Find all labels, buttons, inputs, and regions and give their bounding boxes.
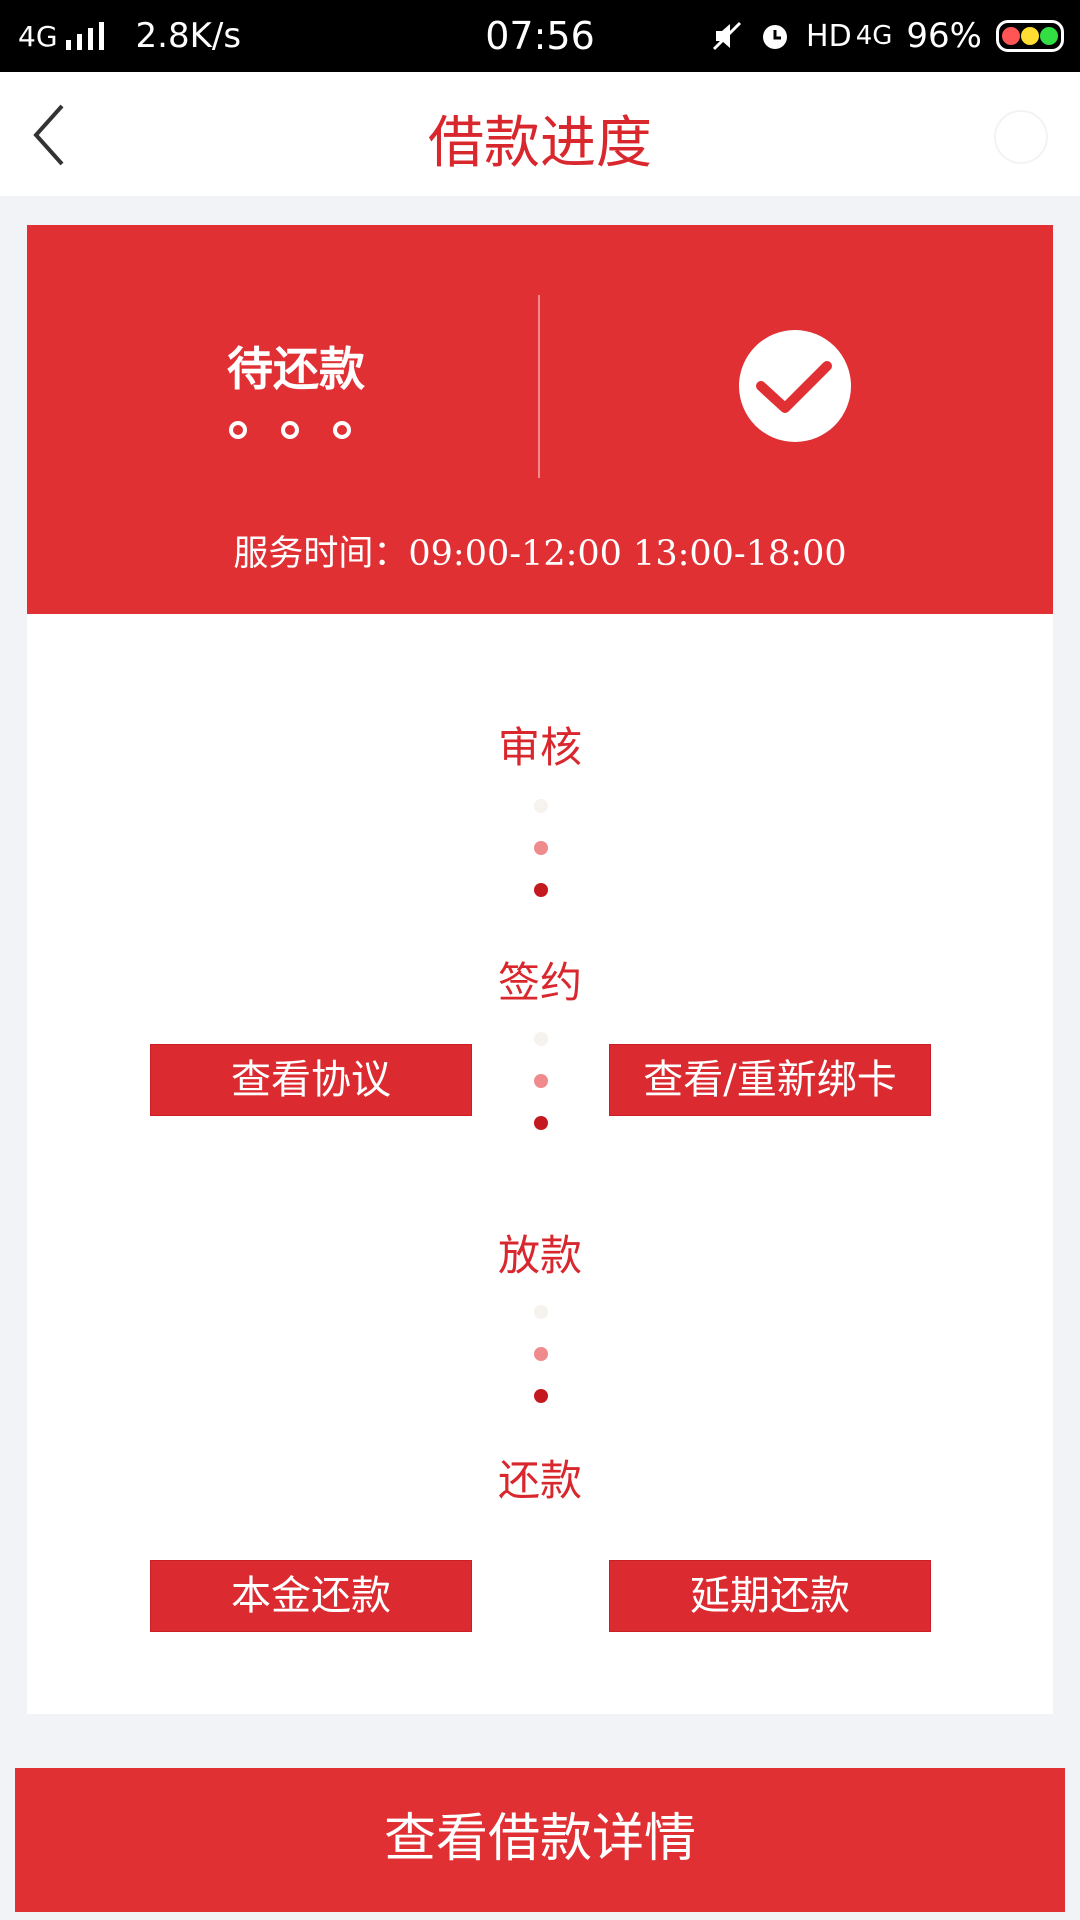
hd-indicator: HD	[806, 18, 852, 54]
loan-status: 待还款	[227, 342, 365, 396]
status-right: HD 4G 96%	[696, 16, 1064, 56]
step-repay: 还款	[497, 1456, 582, 1505]
status-bar: 4G 2.8K/s 07:56 HD 4G 96%	[0, 0, 1080, 72]
deferred-repay-button[interactable]: 延期还款	[609, 1560, 931, 1632]
app-header: 借款进度	[0, 72, 1080, 196]
progress-dot	[534, 1389, 548, 1403]
card-divider	[538, 295, 540, 478]
loading-dot	[229, 421, 247, 439]
progress-dot	[534, 799, 548, 813]
check-badge	[739, 330, 851, 442]
mute-icon	[712, 21, 742, 51]
progress-dot	[534, 1074, 548, 1088]
progress-dot	[534, 883, 548, 897]
progress-dot	[534, 1032, 548, 1046]
battery-percent: 96%	[906, 16, 982, 56]
principal-repay-button[interactable]: 本金还款	[150, 1560, 472, 1632]
check-icon	[756, 361, 832, 413]
loading-dot	[281, 421, 299, 439]
progress-dot	[534, 841, 548, 855]
progress-panel: 审核 签约 查看协议 查看/重新绑卡 放款 还款 本金还款 延期还款	[27, 614, 1053, 1714]
loan-status-card: 待还款 服务时间：09:00-12:00 13:00-18:00	[27, 225, 1053, 614]
loading-dots	[229, 421, 385, 439]
progress-dot	[534, 1305, 548, 1319]
alarm-icon	[763, 25, 788, 49]
progress-dot	[534, 1116, 548, 1130]
view-agreement-button[interactable]: 查看协议	[150, 1044, 472, 1116]
progress-dot	[534, 1347, 548, 1361]
header-action-icon[interactable]	[994, 110, 1048, 164]
loading-dot	[333, 421, 351, 439]
network-type-right: 4G	[855, 21, 893, 51]
step-disburse: 放款	[497, 1231, 582, 1280]
page-title: 借款进度	[428, 111, 652, 176]
step-review: 审核	[497, 723, 582, 772]
service-time: 服务时间：09:00-12:00 13:00-18:00	[233, 534, 847, 574]
view-loan-details-button[interactable]: 查看借款详情	[15, 1768, 1065, 1912]
step-sign: 签约	[497, 958, 582, 1007]
battery-icon	[996, 20, 1064, 52]
view-rebind-card-button[interactable]: 查看/重新绑卡	[609, 1044, 931, 1116]
